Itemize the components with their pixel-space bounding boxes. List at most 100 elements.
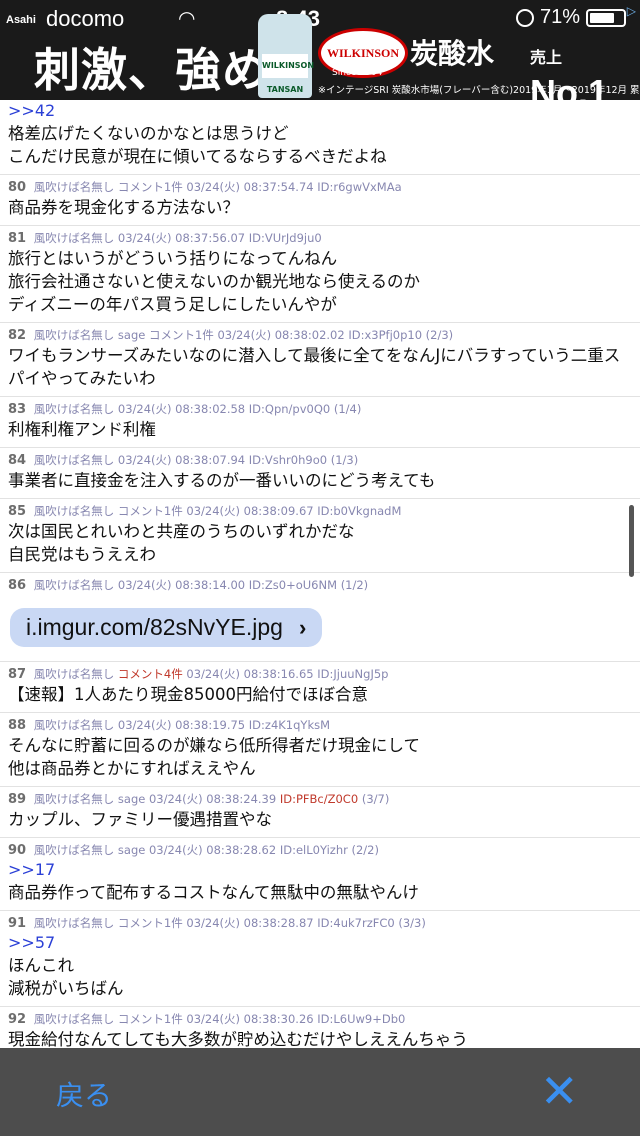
poster-name: 風吹けば名無し (33, 718, 115, 732)
post-meta: 85 風吹けば名無し コメント1件 03/24(火) 08:38:09.67 I… (8, 503, 632, 520)
poster-id[interactable]: ID:Zs0+oU6NM (249, 578, 337, 592)
ad-product: 炭酸水 (410, 37, 495, 70)
poster-name: 風吹けば名無し (33, 402, 115, 416)
reply-anchor-link[interactable]: >>17 (8, 859, 632, 881)
battery-percent: 71% (539, 6, 580, 28)
id-post-count: (3/3) (398, 916, 426, 930)
post-number[interactable]: 81 (8, 231, 26, 246)
post-body: そんなに貯蓄に回るのが嫌なら低所得者だけ現金にして 他は商品券とかにすればええや… (8, 736, 421, 778)
post[interactable]: 88 風吹けば名無し 03/24(火) 08:38:19.75 ID:z4K1q… (0, 713, 640, 787)
post-meta: 88 風吹けば名無し 03/24(火) 08:38:19.75 ID:z4K1q… (8, 717, 632, 734)
post-date: 03/24(火) 08:38:28.62 (148, 843, 277, 857)
post-body: 商品券を現金化する方法ない？ (8, 198, 239, 217)
reply-anchor-link[interactable]: >>57 (8, 932, 632, 954)
post[interactable]: 90 風吹けば名無し sage 03/24(火) 08:38:28.62 ID:… (0, 838, 640, 911)
post-number[interactable]: 84 (8, 453, 26, 468)
orientation-lock-icon (515, 8, 534, 27)
post[interactable]: 92 風吹けば名無し コメント1件 03/24(火) 08:38:30.26 I… (0, 1007, 640, 1048)
post-date: 03/24(火) 08:38:19.75 (117, 718, 246, 732)
post-date: 03/24(火) 08:37:56.07 (117, 231, 246, 245)
reply-anchor-link[interactable]: >>42 (8, 100, 632, 122)
post[interactable]: 87 風吹けば名無し コメント4件 03/24(火) 08:38:16.65 I… (0, 662, 640, 713)
poster-id[interactable]: ID:PFBc/Z0C0 (280, 792, 358, 806)
post-body: 旅行とはいうがどういう括りになってんねん 旅行会社通さないと使えないのか観光地な… (8, 249, 421, 314)
post-body: カップル、ファミリー優遇措置やな (8, 810, 272, 829)
poster-name: 風吹けば名無し (33, 231, 115, 245)
post-number[interactable]: 86 (8, 578, 26, 593)
status-carrier: Asahi docomo (6, 6, 124, 32)
poster-id[interactable]: ID:Vshr0h9o0 (249, 453, 327, 467)
post[interactable]: 91 風吹けば名無し コメント1件 03/24(火) 08:38:28.87 I… (0, 911, 640, 1007)
post-body: ほんこれ 減税がいちばん (8, 956, 124, 998)
status-right: 71% (515, 6, 626, 29)
post[interactable]: 85 風吹けば名無し コメント1件 03/24(火) 08:38:09.67 I… (0, 499, 640, 573)
post-number[interactable]: 80 (8, 180, 26, 195)
image-link-button[interactable]: i.imgur.com/82sNvYE.jpg › (10, 608, 323, 647)
comment-count[interactable]: コメント1件 (118, 1012, 183, 1026)
post-body: 現金給付なんてしても大多数が貯め込むだけやしええんちゃう (8, 1030, 468, 1048)
post-meta: 90 風吹けば名無し sage 03/24(火) 08:38:28.62 ID:… (8, 842, 632, 859)
post-date: 03/24(火) 08:38:16.65 (186, 667, 314, 681)
post-meta: 82 風吹けば名無し sage コメント1件 03/24(火) 08:38:02… (8, 327, 632, 344)
post[interactable]: 84 風吹けば名無し 03/24(火) 08:38:07.94 ID:Vshr0… (0, 448, 640, 499)
ad-fineprint: ※インテージSRI 炭酸水市場(フレーバー含む)2019年1月〜2019年12月… (318, 85, 640, 96)
poster-name: 風吹けば名無し (33, 578, 115, 592)
post-number[interactable]: 92 (8, 1012, 26, 1027)
post-meta: 89 風吹けば名無し sage 03/24(火) 08:38:24.39 ID:… (8, 791, 632, 808)
post-meta: 84 風吹けば名無し 03/24(火) 08:38:07.94 ID:Vshr0… (8, 452, 632, 469)
post-number[interactable]: 88 (8, 718, 26, 733)
chevron-right-icon: › (298, 614, 307, 640)
comment-count[interactable]: コメント4件 (118, 667, 183, 681)
thread-list[interactable]: >>42 格差広げたくないのかなとは思うけど こんだけ民意が現在に傾いてるならす… (0, 100, 640, 1048)
poster-id[interactable]: ID:4uk7rzFC0 (317, 916, 394, 930)
poster-id[interactable]: ID:VUrJd9ju0 (249, 231, 322, 245)
id-post-count: (1/3) (330, 453, 359, 467)
poster-name: 風吹けば名無し (33, 843, 115, 857)
comment-count[interactable]: コメント1件 (118, 180, 183, 194)
post-date: 03/24(火) 08:38:02.58 (117, 402, 246, 416)
post[interactable]: 80 風吹けば名無し コメント1件 03/24(火) 08:37:54.74 I… (0, 175, 640, 226)
post-number[interactable]: 83 (8, 402, 26, 417)
bottle-label: WILKINSON TANSAN (262, 54, 314, 94)
poster-name: 風吹けば名無し (33, 504, 115, 518)
comment-count[interactable]: コメント1件 (118, 504, 183, 518)
brand-logo: Asahi (6, 13, 36, 26)
bottle-image: WILKINSON TANSAN (258, 14, 314, 98)
post-date: 03/24(火) 08:38:24.39 (148, 792, 277, 806)
post-number[interactable]: 91 (8, 916, 26, 931)
post-body: 商品券作って配布するコストなんて無駄中の無駄やんけ (8, 883, 419, 902)
wifi-icon: ◠ (178, 6, 196, 30)
id-post-count: (2/3) (425, 328, 454, 342)
post-number[interactable]: 89 (8, 792, 26, 807)
post-number[interactable]: 87 (8, 667, 26, 682)
poster-id[interactable]: ID:Qpn/pv0Q0 (249, 402, 330, 416)
post-number[interactable]: 90 (8, 843, 26, 858)
comment-count[interactable]: コメント1件 (149, 328, 214, 342)
post[interactable]: 89 風吹けば名無し sage 03/24(火) 08:38:24.39 ID:… (0, 787, 640, 838)
scrollbar[interactable] (629, 505, 634, 577)
ad-choices-icon[interactable]: ▷ (627, 4, 636, 18)
ad-banner[interactable]: Asahidocomo ◠ 8:43 71% 刺激、強め。 WILKINSON … (0, 0, 640, 100)
poster-id[interactable]: ID:r6gwVxMAa (317, 180, 401, 194)
poster-id[interactable]: ID:z4K1qYksM (249, 718, 330, 732)
poster-name: 風吹けば名無し (33, 667, 115, 681)
poster-id[interactable]: ID:b0VkgnadM (317, 504, 401, 518)
post[interactable]: 86 風吹けば名無し 03/24(火) 08:38:14.00 ID:Zs0+o… (0, 573, 640, 662)
close-icon[interactable]: ✕ (540, 1068, 579, 1114)
back-button[interactable]: 戻る (56, 1074, 112, 1114)
post-continuation: >>42 格差広げたくないのかなとは思うけど こんだけ民意が現在に傾いてるならす… (0, 100, 640, 175)
post-date: 03/24(火) 08:38:09.67 (186, 504, 314, 518)
post[interactable]: 82 風吹けば名無し sage コメント1件 03/24(火) 08:38:02… (0, 323, 640, 397)
post-number[interactable]: 82 (8, 328, 26, 343)
poster-id[interactable]: ID:elL0Yizhr (280, 843, 348, 857)
poster-id[interactable]: ID:x3Pfj0p10 (348, 328, 422, 342)
post[interactable]: 81 風吹けば名無し 03/24(火) 08:37:56.07 ID:VUrJd… (0, 226, 640, 323)
post-meta: 81 風吹けば名無し 03/24(火) 08:37:56.07 ID:VUrJd… (8, 230, 632, 247)
post[interactable]: 83 風吹けば名無し 03/24(火) 08:38:02.58 ID:Qpn/p… (0, 397, 640, 448)
poster-id[interactable]: ID:JjuuNgJ5p (317, 667, 388, 681)
post-body: 利権利権アンド利権 (8, 420, 156, 439)
comment-count[interactable]: コメント1件 (118, 916, 183, 930)
poster-name: 風吹けば名無し (33, 453, 115, 467)
post-number[interactable]: 85 (8, 504, 26, 519)
poster-id[interactable]: ID:L6Uw9+Db0 (317, 1012, 405, 1026)
